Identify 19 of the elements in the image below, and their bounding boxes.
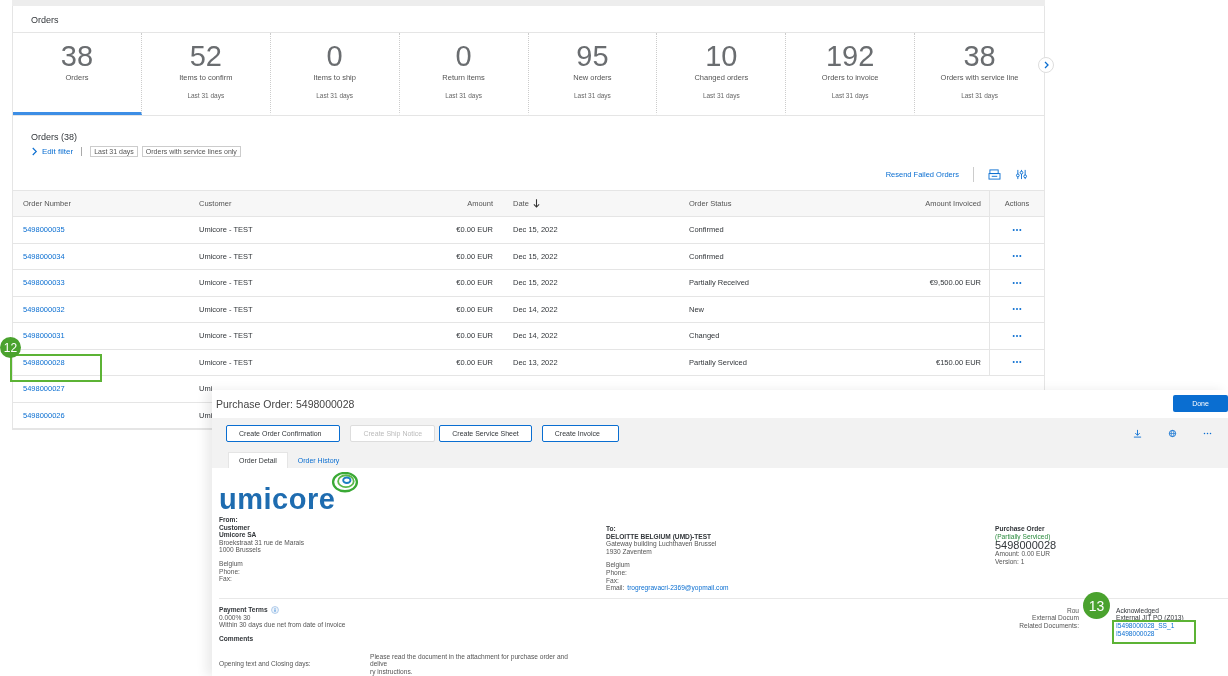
globe-icon[interactable]	[1168, 428, 1177, 438]
more-icon[interactable]	[1012, 280, 1022, 285]
company-logo-text: umicore	[219, 484, 336, 514]
more-icon[interactable]	[1012, 307, 1022, 312]
panel-title: Orders	[31, 15, 59, 25]
more-icon[interactable]	[1012, 333, 1022, 338]
list-title: Orders (38)	[31, 132, 77, 142]
settings-icon[interactable]	[1015, 169, 1028, 180]
step-number-badge: 12	[0, 337, 21, 358]
more-icon[interactable]	[1012, 360, 1022, 365]
more-icon[interactable]	[1012, 227, 1022, 232]
export-icon[interactable]	[988, 169, 1001, 180]
order-number: 5498000028	[995, 540, 1058, 551]
edit-filter-link[interactable]: Edit filter	[42, 147, 74, 156]
more-icon[interactable]	[1012, 254, 1022, 259]
chevron-icon	[31, 147, 38, 156]
sort-down-icon	[532, 199, 540, 208]
download-icon[interactable]	[1133, 428, 1142, 438]
page-title: Purchase Order: 5498000028	[216, 398, 355, 410]
